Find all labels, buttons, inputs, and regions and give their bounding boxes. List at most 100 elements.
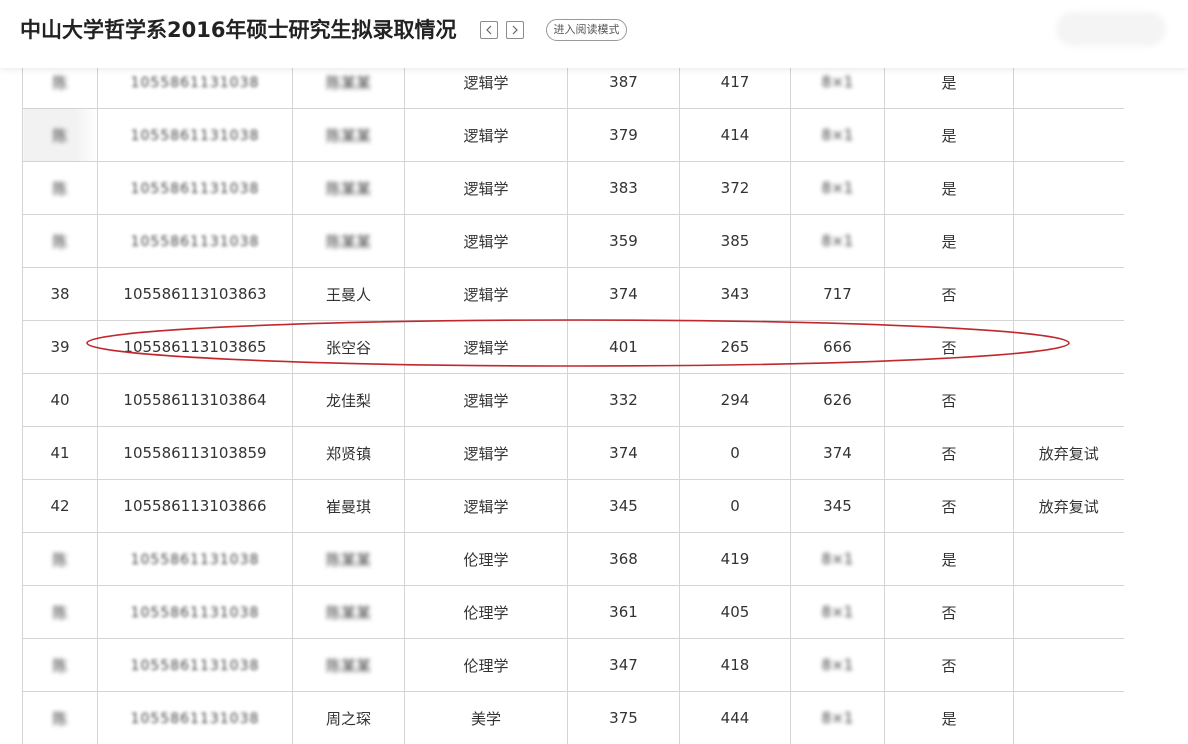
cell-note [1013,691,1124,744]
cell-retest: 405 [679,585,791,639]
cell-id-text: 105586113103859 [123,444,267,462]
cell-admit: 否 [884,479,1014,533]
cell-prelim-text: 387 [609,73,638,91]
cell-retest: 343 [679,267,791,321]
cell-admit-text: 是 [941,126,957,145]
cell-major: 逻辑学 [404,426,568,480]
redacted-name-blur: 陈某某 [325,232,371,251]
redacted-id-blur: 1055861131038 [130,552,260,568]
redacted-name-blur: 陈某某 [325,73,371,92]
cell-admit-text: 否 [941,444,957,463]
cell-total: 8×1 [790,532,885,586]
cell-admit-text: 是 [941,179,957,198]
cell-admit-text: 是 [941,73,957,92]
cell-major: 伦理学 [404,532,568,586]
redacted-no-blur: 陈 [52,656,68,675]
redacted-id-blur: 1055861131038 [130,605,260,621]
cell-retest: 0 [679,426,791,480]
cell-id: 1055861131038 [97,585,293,639]
cell-retest-text: 265 [720,338,750,356]
cell-name-text: 郑贤镇 [325,444,371,463]
cell-admit: 否 [884,373,1014,427]
cell-admit-text: 是 [941,709,957,728]
table-row: 陈 1055861131038 陈某某 伦理学 361 405 8×1 否 [22,585,1124,639]
cell-total-text: 666 [823,338,852,356]
cell-total-text: 345 [823,497,852,515]
redacted-no-blur: 陈 [52,232,68,251]
cell-prelim: 383 [567,161,680,215]
redacted-id-blur: 1055861131038 [130,75,260,91]
cell-retest: 294 [679,373,791,427]
cell-prelim: 374 [567,267,680,321]
cell-prelim-text: 361 [609,603,638,621]
cell-total-text: 374 [823,444,852,462]
cell-name: 陈某某 [292,532,405,586]
cell-retest-text: 444 [720,709,750,727]
cell-admit-text: 否 [941,656,957,675]
cell-total: 717 [790,267,885,321]
cell-total: 345 [790,479,885,533]
cell-no: 40 [22,373,98,427]
cell-note [1013,373,1124,427]
cell-total: 626 [790,373,885,427]
cell-prelim-text: 374 [609,444,638,462]
cell-retest: 385 [679,214,791,268]
cell-no: 41 [22,426,98,480]
cell-admit-text: 否 [941,338,957,357]
cell-prelim-text: 347 [609,656,638,674]
cell-admit: 是 [884,108,1014,162]
cell-major: 逻辑学 [404,161,568,215]
page-title: 中山大学哲学系2016年硕士研究生拟录取情况 [20,18,457,42]
cell-total-text: 717 [823,285,852,303]
cell-id: 105586113103859 [97,426,293,480]
cell-id: 1055861131038 [97,532,293,586]
redacted-id-blur: 1055861131038 [130,234,260,250]
redacted-name-blur: 陈某某 [325,656,371,675]
reader-mode-button[interactable]: 进入阅读模式 [546,19,627,41]
cell-no-text: 39 [50,338,70,356]
redacted-total-blur: 8×1 [821,126,854,144]
cell-prelim: 359 [567,214,680,268]
cell-no: 陈 [22,638,98,692]
cell-major-text: 逻辑学 [463,73,509,92]
next-page-button[interactable] [506,21,524,39]
blurred-toolbar-widget [1056,12,1166,46]
redacted-name-blur: 陈某某 [325,126,371,145]
cell-retest-text: 343 [720,285,750,303]
cell-id-text: 105586113103865 [123,338,267,356]
page: 中山大学哲学系2016年硕士研究生拟录取情况 进入阅读模式 陈 105586113… [0,0,1188,744]
admission-table: 陈 1055861131038 陈某某 逻辑学 387 417 8×1 是陈 105586113… [22,55,1124,744]
cell-prelim-text: 374 [609,285,638,303]
cell-retest: 444 [679,691,791,744]
cell-major: 伦理学 [404,638,568,692]
cell-note: 放弃复试 [1013,479,1124,533]
cell-retest-text: 0 [730,444,740,462]
table-row: 40 105586113103864 龙佳梨 逻辑学 332 294 626 否 [22,373,1124,427]
redacted-id-blur: 1055861131038 [130,181,260,197]
cell-prelim: 375 [567,691,680,744]
redacted-no-blur: 陈 [52,709,68,728]
cell-total: 8×1 [790,108,885,162]
cell-major-text: 伦理学 [463,550,509,569]
prev-page-button[interactable] [480,21,498,39]
table-row: 陈 1055861131038 陈某某 逻辑学 383 372 8×1 是 [22,161,1124,215]
table-row: 陈 1055861131038 陈某某 逻辑学 379 414 8×1 是 [22,108,1124,162]
cell-admit-text: 否 [941,391,957,410]
cell-no-text: 40 [50,391,70,409]
table-row: 陈 1055861131038 陈某某 伦理学 347 418 8×1 否 [22,638,1124,692]
cell-no: 陈 [22,532,98,586]
cell-note-text: 放弃复试 [1038,497,1099,516]
cell-name: 陈某某 [292,585,405,639]
table-row: 38 105586113103863 王曼人 逻辑学 374 343 717 否 [22,267,1124,321]
cell-id: 105586113103864 [97,373,293,427]
cell-admit: 否 [884,638,1014,692]
cell-id-text: 105586113103863 [123,285,267,303]
cell-id: 105586113103865 [97,320,293,374]
cell-major-text: 逻辑学 [463,444,509,463]
cell-name-text: 崔曼琪 [325,497,371,516]
table-row: 陈 1055861131038 陈某某 逻辑学 359 385 8×1 是 [22,214,1124,268]
cell-name: 陈某某 [292,161,405,215]
cell-prelim: 347 [567,638,680,692]
cell-note [1013,585,1124,639]
cell-id: 1055861131038 [97,214,293,268]
